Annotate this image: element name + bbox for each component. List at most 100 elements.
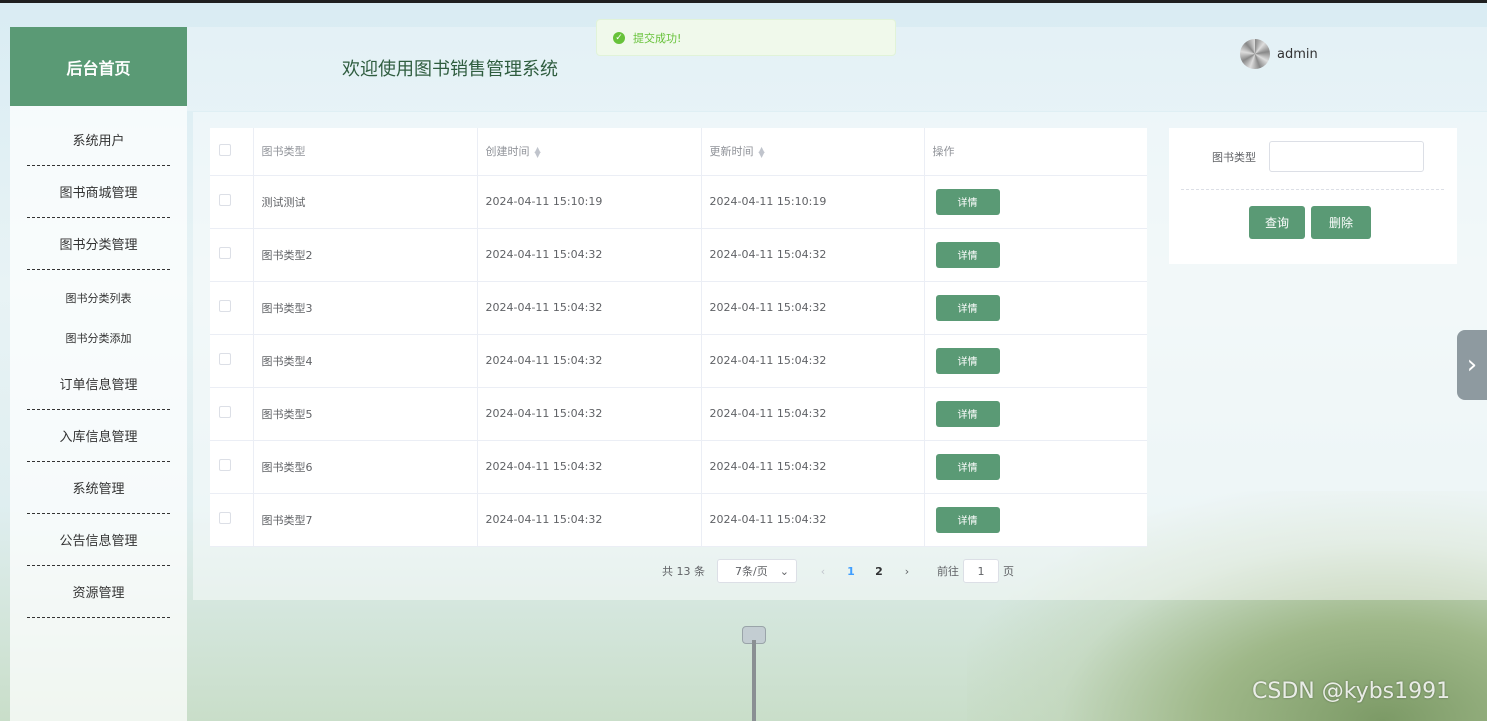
chevron-down-icon: ⌄ [779,564,789,578]
search-input[interactable] [1269,141,1424,172]
detail-button[interactable]: 详情 [935,347,1000,374]
book-type-table: 图书类型 创建时间 ▲ ▼ 更新时间 ▲ ▼ 操作 测试测试 2024-04-11 15… [210,128,1147,547]
cell-updated: 2024-04-11 15:04:32 [701,228,925,282]
table-header-row: 图书类型 创建时间 ▲ ▼ 更新时间 ▲ ▼ 操作 [210,128,1147,176]
row-select[interactable] [210,493,254,547]
row-select[interactable] [210,228,254,282]
cell-actions: 详情 [924,440,1147,494]
detail-button[interactable]: 详情 [935,188,1000,215]
sidebar: 后台首页 系统用户 图书商城管理 图书分类管理 图书分类列表 图书分类添加 订单… [10,27,187,721]
sidebar-home-link[interactable]: 后台首页 [10,27,187,106]
row-checkbox[interactable] [219,353,231,365]
goto-suffix: 页 [1003,565,1014,578]
table-row: 图书类型5 2024-04-11 15:04:32 2024-04-11 15:… [210,387,1147,441]
sidebar-item-resources[interactable]: 资源管理 [27,566,170,618]
sidebar-item-announcements[interactable]: 公告信息管理 [27,514,170,566]
sidebar-menu: 系统用户 图书商城管理 图书分类管理 图书分类列表 图书分类添加 订单信息管理 … [10,106,187,618]
cell-actions: 详情 [924,281,1147,335]
detail-button[interactable]: 详情 [935,241,1000,268]
row-select[interactable] [210,175,254,229]
cell-book-type: 图书类型3 [253,281,478,335]
sidebar-item-system-users[interactable]: 系统用户 [27,114,170,166]
search-panel: 图书类型 查询 删除 [1169,128,1457,264]
header-updated-label: 更新时间 [709,145,754,159]
sidebar-item-book-category[interactable]: 图书分类管理 [27,218,170,270]
row-select[interactable] [210,334,254,388]
row-checkbox[interactable] [219,194,231,206]
header-updated-time[interactable]: 更新时间 ▲ ▼ [701,128,925,176]
avatar[interactable] [1240,39,1270,69]
goto-page: 前往 页 [937,559,1014,583]
toast-message: 提交成功! [633,31,682,45]
cell-actions: 详情 [924,175,1147,229]
sidebar-item-inbound[interactable]: 入库信息管理 [27,410,170,462]
cell-book-type: 图书类型2 [253,228,478,282]
watermark: CSDN @kybs1991 [1252,679,1451,704]
header-created-time[interactable]: 创建时间 ▲ ▼ [477,128,702,176]
row-select[interactable] [210,387,254,441]
cell-actions: 详情 [924,387,1147,441]
page-2-button[interactable]: 2 [865,565,893,578]
page-size-select[interactable]: 7条/页 ⌄ [717,559,797,583]
user-menu[interactable]: admin [1240,39,1318,69]
search-label: 图书类型 [1212,151,1256,164]
page-title: 欢迎使用图书销售管理系统 [342,59,558,80]
sort-icon[interactable]: ▲ ▼ [759,146,765,159]
cell-actions: 详情 [924,334,1147,388]
prev-page-button[interactable]: ‹ [809,565,837,578]
row-checkbox[interactable] [219,459,231,471]
detail-button[interactable]: 详情 [935,400,1000,427]
sidebar-item-orders[interactable]: 订单信息管理 [27,358,170,410]
page-1-button[interactable]: 1 [837,565,865,578]
success-toast: ✓ 提交成功! [596,19,896,56]
table-row: 图书类型2 2024-04-11 15:04:32 2024-04-11 15:… [210,228,1147,282]
detail-button[interactable]: 详情 [935,453,1000,480]
sort-icon[interactable]: ▲ ▼ [535,146,541,159]
cell-created: 2024-04-11 15:04:32 [477,493,702,547]
cell-actions: 详情 [924,228,1147,282]
goto-prefix: 前往 [937,565,959,578]
cell-updated: 2024-04-11 15:10:19 [701,175,925,229]
detail-button[interactable]: 详情 [935,294,1000,321]
username[interactable]: admin [1277,47,1318,62]
select-all-checkbox[interactable] [219,143,231,156]
query-button[interactable]: 查询 [1249,206,1305,239]
detail-button[interactable]: 详情 [935,506,1000,533]
cell-updated: 2024-04-11 15:04:32 [701,440,925,494]
sidebar-item-system[interactable]: 系统管理 [27,462,170,514]
table-row: 图书类型4 2024-04-11 15:04:32 2024-04-11 15:… [210,334,1147,388]
row-checkbox[interactable] [219,406,231,418]
cell-updated: 2024-04-11 15:04:32 [701,387,925,441]
window-top-border [0,0,1487,3]
pagination-total: 共 13 条 [662,565,705,578]
table-row: 图书类型6 2024-04-11 15:04:32 2024-04-11 15:… [210,440,1147,494]
delete-button[interactable]: 删除 [1311,206,1371,239]
chevron-right-icon[interactable]: › [1457,330,1487,400]
row-select[interactable] [210,440,254,494]
table-row: 图书类型3 2024-04-11 15:04:32 2024-04-11 15:… [210,281,1147,335]
row-checkbox[interactable] [219,300,231,312]
cell-created: 2024-04-11 15:04:32 [477,440,702,494]
pagination: 共 13 条 7条/页 ⌄ ‹ 1 2 › 前往 页 [662,559,1014,583]
cell-updated: 2024-04-11 15:04:32 [701,281,925,335]
row-select[interactable] [210,281,254,335]
page-size-value: 7条/页 [735,565,768,578]
cell-created: 2024-04-11 15:04:32 [477,334,702,388]
cell-actions: 详情 [924,493,1147,547]
sidebar-subitem-category-list[interactable]: 图书分类列表 [10,278,187,318]
next-page-button[interactable]: › [893,565,921,578]
cell-created: 2024-04-11 15:04:32 [477,281,702,335]
header-select-all[interactable] [210,128,254,176]
cell-updated: 2024-04-11 15:04:32 [701,334,925,388]
sidebar-subitem-category-add[interactable]: 图书分类添加 [10,318,187,358]
cell-book-type: 图书类型4 [253,334,478,388]
background-lamp-pole [752,640,756,721]
goto-page-input[interactable] [963,559,999,583]
header-created-label: 创建时间 [485,145,530,159]
cell-book-type: 图书类型5 [253,387,478,441]
row-checkbox[interactable] [219,247,231,259]
row-checkbox[interactable] [219,512,231,524]
sidebar-item-book-store[interactable]: 图书商城管理 [27,166,170,218]
cell-created: 2024-04-11 15:04:32 [477,228,702,282]
check-circle-icon: ✓ [613,31,625,44]
